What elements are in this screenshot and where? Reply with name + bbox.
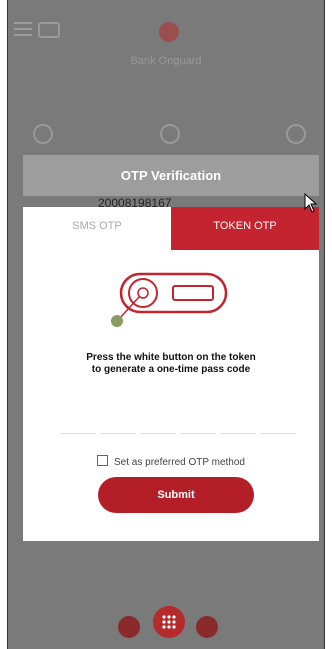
background-icon-right xyxy=(286,124,306,144)
preferred-otp-label: Set as preferred OTP method xyxy=(114,457,245,468)
otp-digit-input[interactable] xyxy=(140,385,176,434)
token-instruction: Press the white button on the token to g… xyxy=(23,352,319,376)
submit-button[interactable]: Submit xyxy=(98,477,254,513)
otp-digit-input[interactable] xyxy=(60,385,96,434)
chat-icon[interactable] xyxy=(38,22,60,38)
preferred-otp-checkbox[interactable] xyxy=(97,455,108,466)
phone-screen: Bank Onguard OTP Verification 2000819816… xyxy=(7,0,325,649)
grid-menu-icon[interactable] xyxy=(153,606,185,638)
otp-tabs: SMS OTP TOKEN OTP xyxy=(23,207,319,250)
instruction-line-2: to generate a one-time pass code xyxy=(91,364,251,375)
dialog-title: OTP Verification xyxy=(23,155,319,196)
tab-token-otp[interactable]: TOKEN OTP xyxy=(171,207,319,250)
otp-digit-input[interactable] xyxy=(260,385,296,434)
otp-pin-inputs xyxy=(60,385,296,434)
otp-dialog: SMS OTP TOKEN OTP Press the white button… xyxy=(23,207,319,541)
instruction-line-1: Press the white button on the token xyxy=(86,352,256,363)
background-icon-left xyxy=(33,124,53,144)
preferred-otp-option[interactable]: Set as preferred OTP method xyxy=(23,455,319,468)
menu-icon[interactable] xyxy=(14,22,32,36)
background-icon-center xyxy=(160,124,180,144)
bottom-nav-left-icon[interactable] xyxy=(118,616,140,638)
bottom-navigation xyxy=(8,606,324,649)
mouse-cursor-icon xyxy=(304,193,318,213)
bottom-nav-right-icon[interactable] xyxy=(196,616,218,638)
bank-logo-icon xyxy=(159,22,179,42)
otp-digit-input[interactable] xyxy=(180,385,216,434)
app-header: Bank Onguard xyxy=(8,0,324,90)
app-title: Bank Onguard xyxy=(130,55,202,67)
otp-digit-input[interactable] xyxy=(220,385,256,434)
token-illustration-icon xyxy=(111,272,228,327)
tab-sms-otp[interactable]: SMS OTP xyxy=(23,207,171,250)
otp-digit-input[interactable] xyxy=(100,385,136,434)
